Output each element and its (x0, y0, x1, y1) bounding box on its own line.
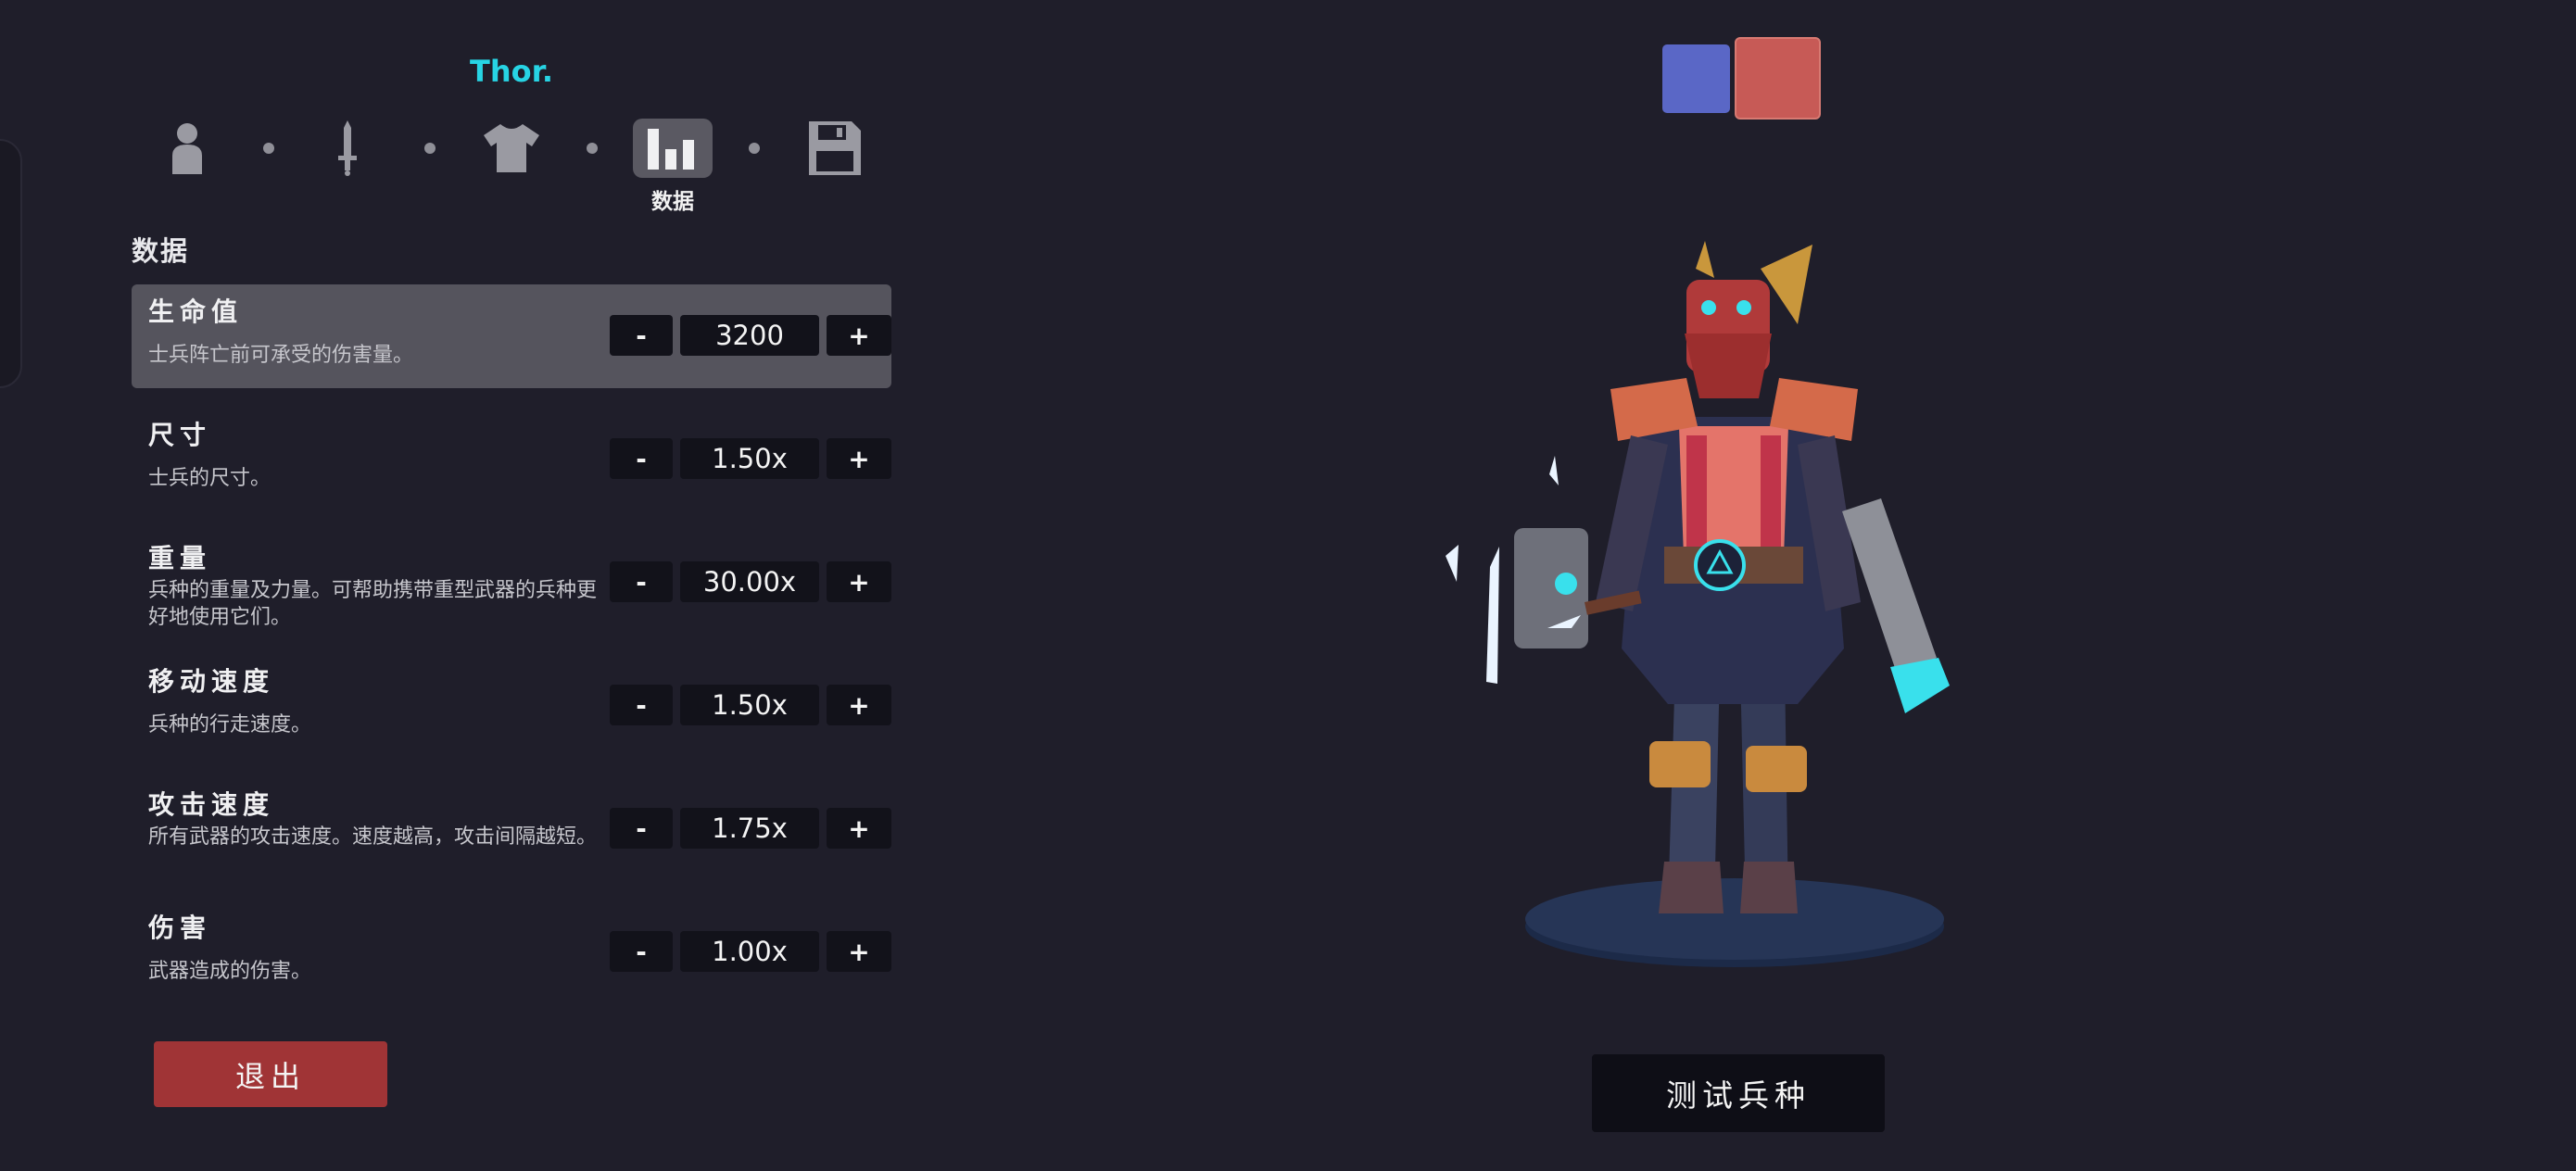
increase-button[interactable]: + (827, 438, 891, 479)
increase-button[interactable]: + (827, 808, 891, 849)
decrease-button[interactable]: - (610, 438, 673, 479)
increase-button[interactable]: + (827, 315, 891, 356)
person-icon (172, 123, 202, 174)
sword-icon (338, 120, 357, 176)
editor-step-nav: 数据 (0, 119, 1023, 220)
step-separator-dot (587, 143, 598, 154)
stat-description: 兵种的重量及力量。可帮助携带重型武器的兵种更好地使用它们。 (148, 579, 598, 629)
step-save[interactable] (795, 119, 875, 178)
stat-value-field[interactable]: 1.00x (680, 931, 819, 972)
step-unit-base[interactable] (147, 119, 227, 178)
stat-name: 伤害 (148, 913, 212, 943)
stat-name: 重量 (148, 543, 212, 573)
decrease-button[interactable]: - (610, 315, 673, 356)
increase-button[interactable]: + (827, 561, 891, 602)
save-disk-icon (809, 121, 861, 175)
shirt-icon (484, 124, 539, 172)
team-blue-swatch[interactable] (1662, 44, 1730, 113)
decrease-button[interactable]: - (610, 685, 673, 725)
stat-row-damage: 伤害 武器造成的伤害。 - 1.00x + (132, 900, 891, 1004)
test-unit-button[interactable]: 测试兵种 (1592, 1054, 1885, 1132)
section-title: 数据 (132, 235, 190, 267)
team-red-swatch[interactable] (1735, 37, 1821, 120)
stat-value-field[interactable]: 30.00x (680, 561, 819, 602)
stat-name: 攻击速度 (148, 789, 275, 820)
stat-value-field[interactable]: 1.50x (680, 438, 819, 479)
stat-name: 生命值 (148, 296, 244, 327)
step-weapons[interactable] (308, 119, 387, 178)
exit-button[interactable]: 退出 (154, 1041, 387, 1107)
decrease-button[interactable]: - (610, 561, 673, 602)
stat-name: 移动速度 (148, 666, 275, 697)
increase-button[interactable]: + (827, 685, 891, 725)
increase-button[interactable]: + (827, 931, 891, 972)
step-separator-dot (749, 143, 760, 154)
stat-value-field[interactable]: 1.50x (680, 685, 819, 725)
stat-description: 兵种的行走速度。 (148, 713, 312, 737)
stat-row-attack-speed: 攻击速度 所有武器的攻击速度。速度越高，攻击间隔越短。 - 1.75x + (132, 777, 891, 881)
stat-description: 所有武器的攻击速度。速度越高，攻击间隔越短。 (148, 825, 598, 849)
step-separator-dot (424, 143, 436, 154)
decrease-button[interactable]: - (610, 808, 673, 849)
decrease-button[interactable]: - (610, 931, 673, 972)
step-clothing[interactable] (472, 119, 551, 178)
stat-row-mass: 重量 兵种的重量及力量。可帮助携带重型武器的兵种更好地使用它们。 - 30.00… (132, 531, 891, 635)
bar-chart-icon (648, 129, 694, 170)
stat-name: 尺寸 (148, 420, 212, 450)
step-stats[interactable] (633, 119, 713, 178)
stat-row-move-speed: 移动速度 兵种的行走速度。 - 1.50x + (132, 654, 891, 758)
step-stats-label: 数据 (651, 190, 694, 214)
stat-description: 武器造成的伤害。 (148, 960, 312, 983)
stat-value-field[interactable]: 1.75x (680, 808, 819, 849)
stat-row-size: 尺寸 士兵的尺寸。 - 1.50x + (132, 408, 891, 511)
stat-description: 士兵阵亡前可承受的伤害量。 (148, 344, 414, 367)
unit-preview-figure[interactable] (1390, 222, 1983, 1001)
stat-description: 士兵的尺寸。 (148, 467, 271, 490)
step-separator-dot (263, 143, 274, 154)
stat-row-health: 生命值 士兵阵亡前可承受的伤害量。 - 3200 + (132, 284, 891, 388)
unit-name-title: Thor. (470, 54, 553, 89)
stat-value-field[interactable]: 3200 (680, 315, 819, 356)
